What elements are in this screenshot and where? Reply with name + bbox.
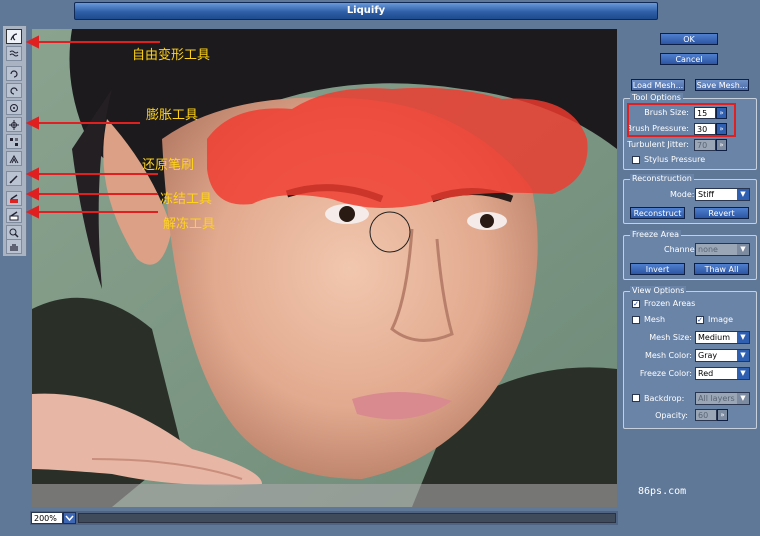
mesh-size-select[interactable]: Medium ▼ [695, 331, 750, 344]
channel-select[interactable]: none ▼ [695, 243, 750, 256]
annotation-bloat: 膨胀工具 [146, 108, 199, 123]
annotation-reconstruct: 还原笔刷 [142, 158, 195, 173]
freeze-color-value: Red [698, 369, 714, 378]
save-mesh-button[interactable]: Save Mesh... [695, 79, 749, 91]
zoom-dropdown-button[interactable] [63, 512, 76, 524]
chevron-down-icon: ▼ [737, 350, 749, 361]
progress-bar [78, 513, 616, 523]
turbulent-jitter-field[interactable]: 70 [694, 139, 716, 151]
annotation-warp: 自由变形工具 [132, 48, 211, 63]
chevron-down-icon: ▼ [737, 244, 749, 255]
turbulent-jitter-slider-button[interactable]: » [716, 139, 727, 151]
stylus-pressure-checkbox[interactable] [632, 156, 640, 164]
tool-options-title: Tool Options [630, 93, 683, 102]
mesh-checkbox[interactable] [632, 316, 640, 324]
opacity-slider-button[interactable]: » [717, 409, 728, 421]
image-checkbox[interactable]: ✓ [696, 316, 704, 324]
image-label: Image [708, 315, 734, 324]
zoom-field[interactable]: 200% [31, 512, 63, 524]
reconstruct-button[interactable]: Reconstruct [630, 207, 685, 219]
opacity-label: Opacity: [655, 411, 688, 420]
frozen-areas-label: Frozen Areas [644, 299, 696, 308]
mode-value: Stiff [698, 190, 714, 199]
channel-value: none [698, 245, 718, 254]
mesh-label: Mesh [644, 315, 666, 324]
invert-button[interactable]: Invert [630, 263, 685, 275]
mode-label: Mode: [670, 190, 695, 199]
thaw-all-button[interactable]: Thaw All [694, 263, 749, 275]
view-options-title: View Options [630, 286, 687, 295]
mesh-size-value: Medium [698, 333, 730, 342]
mode-select[interactable]: Stiff ▼ [695, 188, 750, 201]
frozen-areas-checkbox[interactable]: ✓ [632, 300, 640, 308]
freeze-color-select[interactable]: Red ▼ [695, 367, 750, 380]
backdrop-select[interactable]: All layers ▼ [695, 392, 750, 405]
view-options-group: View Options ✓ Frozen Areas Mesh ✓ Image… [623, 286, 757, 429]
annotation-freeze: 冻结工具 [160, 192, 213, 207]
chevron-down-icon: ▼ [737, 393, 749, 404]
mesh-color-label: Mesh Color: [644, 351, 692, 360]
mesh-size-label: Mesh Size: [649, 333, 692, 342]
cancel-button[interactable]: Cancel [660, 53, 718, 65]
chevron-down-icon: ▼ [737, 189, 749, 200]
backdrop-checkbox[interactable] [632, 394, 640, 402]
reconstruction-group: Reconstruction Mode: Stiff ▼ Reconstruct… [623, 174, 757, 224]
turbulent-jitter-label: Turbulent Jitter: [627, 140, 689, 149]
ok-button[interactable]: OK [660, 33, 718, 45]
options-panel: OK Cancel Load Mesh... Save Mesh... Tool… [620, 20, 760, 536]
opacity-field[interactable]: 60 [695, 409, 717, 421]
backdrop-value: All layers [698, 394, 735, 403]
chevron-down-icon: ▼ [737, 368, 749, 379]
stylus-pressure-label: Stylus Pressure [644, 155, 706, 164]
backdrop-label: Backdrop: [644, 394, 685, 403]
mesh-color-value: Gray [698, 351, 718, 360]
chevron-down-icon [65, 515, 74, 522]
mesh-color-select[interactable]: Gray ▼ [695, 349, 750, 362]
revert-button[interactable]: Revert [694, 207, 749, 219]
brush-settings-highlight [627, 103, 736, 137]
liquify-dialog: Liquify 自由变形工具 膨胀工具 还原笔刷 冻结工具 解冻工具 86ps.… [0, 0, 760, 536]
freeze-color-label: Freeze Color: [639, 369, 692, 378]
freeze-area-title: Freeze Area [630, 230, 682, 239]
reconstruction-title: Reconstruction [630, 174, 694, 183]
load-mesh-button[interactable]: Load Mesh... [631, 79, 685, 91]
annotation-thaw: 解冻工具 [163, 217, 216, 232]
chevron-down-icon: ▼ [737, 332, 749, 343]
freeze-area-group: Freeze Area Channel: none ▼ Invert Thaw … [623, 230, 757, 280]
